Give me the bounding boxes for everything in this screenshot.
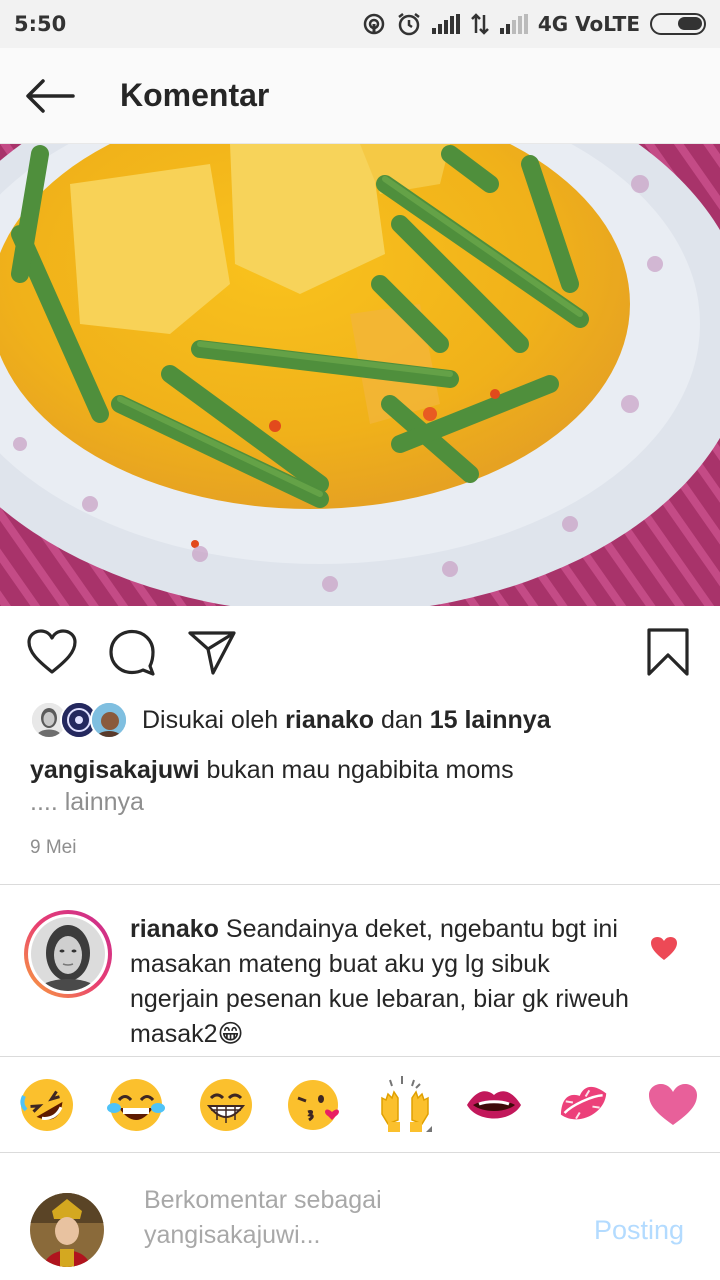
food-photo xyxy=(0,144,720,606)
likes-joiner: dan xyxy=(381,705,423,734)
page-title: Komentar xyxy=(120,77,270,113)
mouth-emoji-icon xyxy=(467,1090,522,1118)
current-user-avatar[interactable] xyxy=(30,1193,104,1267)
heart-filled-icon xyxy=(651,937,677,960)
avatar xyxy=(90,701,128,739)
signal-weak-icon xyxy=(499,14,528,34)
avatar xyxy=(31,917,105,991)
bookmark-button[interactable] xyxy=(640,624,696,680)
emoji-raising-hands-button[interactable] xyxy=(374,1074,436,1136)
liker-avatars xyxy=(30,701,128,739)
like-button[interactable] xyxy=(24,624,80,680)
caption-text: bukan mau ngabibita moms xyxy=(206,756,514,784)
emoji-kiss-button[interactable] xyxy=(284,1074,346,1136)
raising-hands-emoji-icon xyxy=(380,1075,432,1132)
share-icon xyxy=(188,631,236,675)
comment-input[interactable]: Berkomentar sebagai yangisakajuwi... xyxy=(144,1183,564,1253)
network-label: 4G VoLTE xyxy=(537,12,640,36)
post-caption: yangisakajuwi bukan mau ngabibita moms xyxy=(30,752,690,788)
likes-prefix: Disukai oleh xyxy=(142,705,279,734)
data-arrows-icon xyxy=(470,13,489,35)
comment-avatar[interactable] xyxy=(24,910,112,998)
likes-others[interactable]: 15 lainnya xyxy=(430,706,551,734)
caption-username[interactable]: yangisakajuwi xyxy=(30,756,200,784)
likes-text: Disukai oleh rianako dan 15 lainnya xyxy=(142,706,551,735)
comment-item: rianako Seandainya deket, ngebantu bgt i… xyxy=(0,886,720,1056)
heart-emoji-icon xyxy=(648,1083,697,1125)
kiss-mark-emoji-icon xyxy=(560,1086,606,1119)
emoji-rofl-button[interactable] xyxy=(16,1074,78,1136)
divider xyxy=(0,884,720,885)
status-time: 5:50 xyxy=(14,12,67,36)
signal-icon xyxy=(431,14,460,34)
emoji-bar xyxy=(0,1057,720,1152)
post-actions xyxy=(0,620,720,684)
back-button[interactable] xyxy=(0,48,100,144)
post-date: 9 Mei xyxy=(30,837,77,858)
emoji-grin-button[interactable] xyxy=(195,1074,257,1136)
grin-emoji-icon xyxy=(199,1078,252,1131)
liker-username[interactable]: rianako xyxy=(285,706,374,734)
share-button[interactable] xyxy=(184,624,240,680)
joy-emoji-icon xyxy=(107,1078,166,1131)
comment-icon xyxy=(109,629,155,676)
comment-username[interactable]: rianako xyxy=(130,915,219,943)
avatar xyxy=(30,1193,104,1267)
alarm-icon xyxy=(398,13,420,36)
likes-summary[interactable]: Disukai oleh rianako dan 15 lainnya xyxy=(30,700,551,740)
bookmark-icon xyxy=(647,628,689,676)
header: Komentar xyxy=(0,48,720,144)
emoji-heart-button[interactable] xyxy=(642,1074,704,1136)
status-icons: 4G VoLTE xyxy=(362,11,706,37)
comment-like-button[interactable] xyxy=(650,936,678,964)
kiss-emoji-icon xyxy=(288,1079,340,1130)
comment-text: rianako Seandainya deket, ngebantu bgt i… xyxy=(130,912,630,1052)
emoji-mouth-button[interactable] xyxy=(463,1074,525,1136)
status-bar: 5:50 4G VoLTE xyxy=(0,0,720,48)
caption-more-link[interactable]: .... lainnya xyxy=(30,788,144,817)
post-button[interactable]: Posting xyxy=(594,1215,684,1246)
comment-button[interactable] xyxy=(104,624,160,680)
hotspot-icon xyxy=(363,13,385,35)
emoji-kiss-mark-button[interactable] xyxy=(553,1074,615,1136)
rofl-emoji-icon xyxy=(20,1078,73,1131)
heart-icon xyxy=(27,629,77,674)
battery-icon xyxy=(650,13,706,35)
emoji-joy-button[interactable] xyxy=(105,1074,167,1136)
comment-composer: Berkomentar sebagai yangisakajuwi... Pos… xyxy=(0,1153,720,1280)
post-image[interactable] xyxy=(0,144,720,606)
arrow-left-icon xyxy=(26,78,75,113)
